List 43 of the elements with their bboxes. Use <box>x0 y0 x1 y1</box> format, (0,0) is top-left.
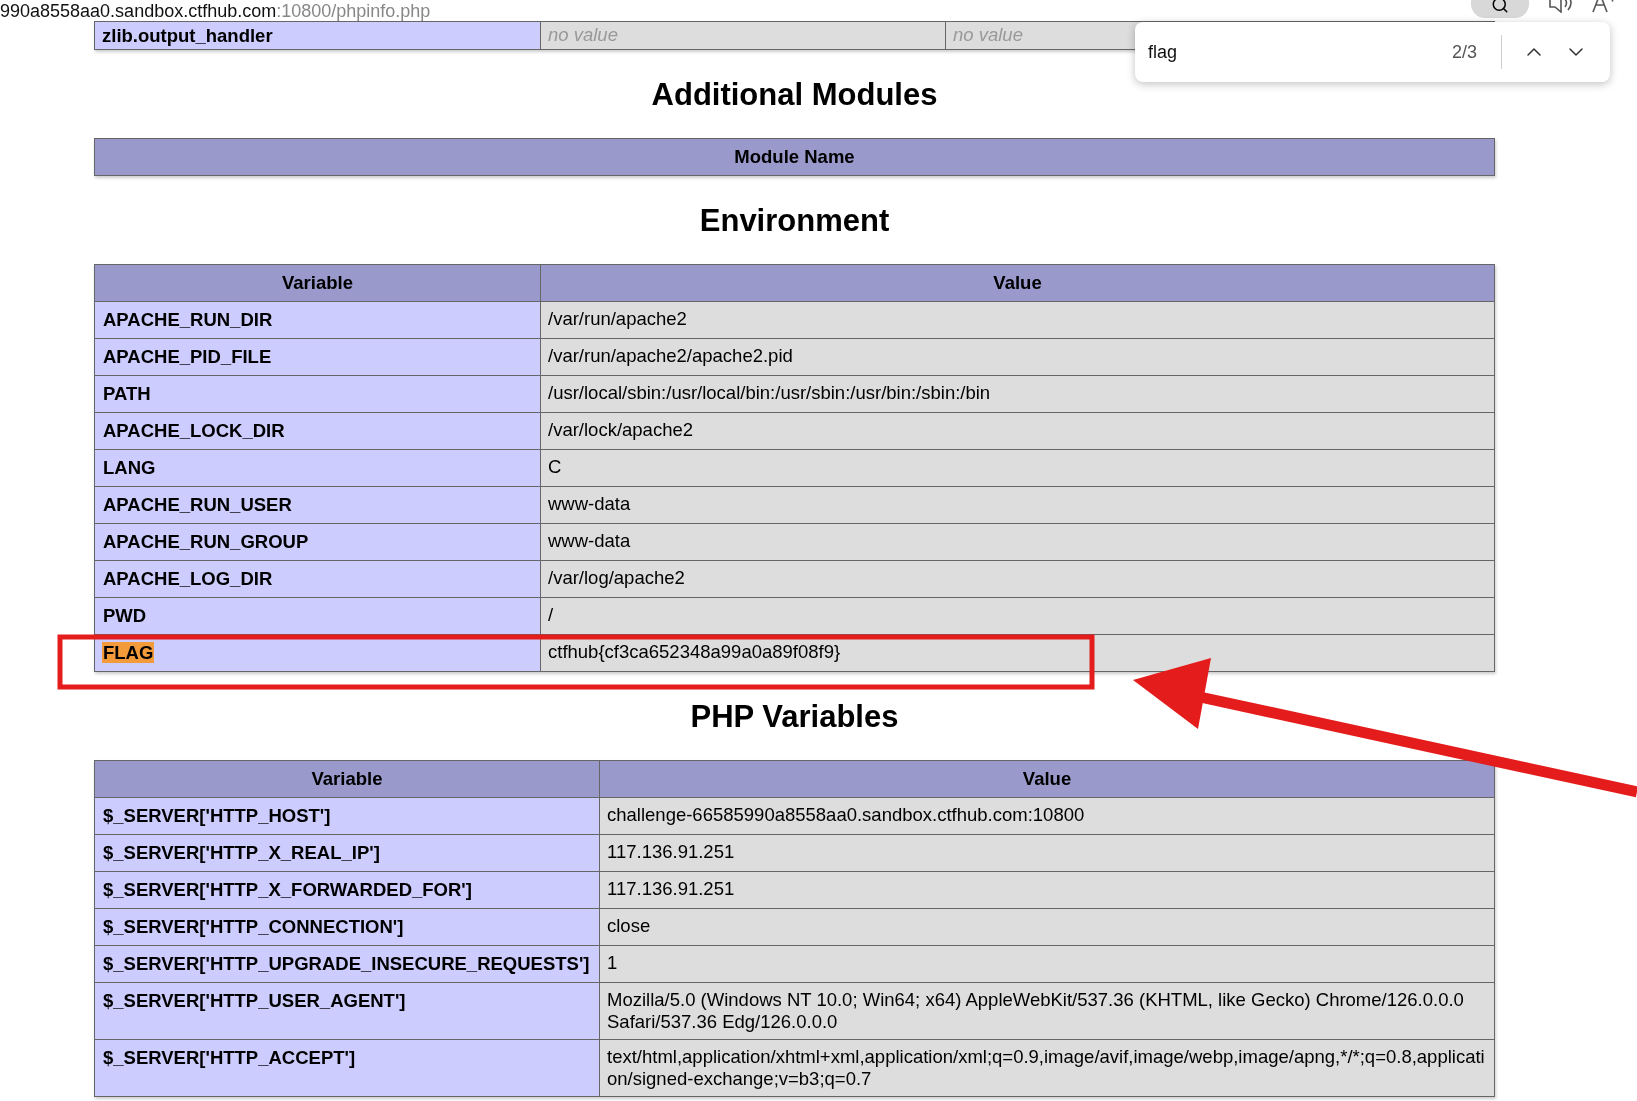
table-cell: APACHE_LOCK_DIR <box>94 412 541 450</box>
table-cell: /var/log/apache2 <box>540 560 1495 598</box>
table-cell: no value <box>540 21 946 50</box>
table-cell: www-data <box>540 523 1495 561</box>
table-cell: /var/run/apache2/apache2.pid <box>540 338 1495 376</box>
table-cell: text/html,application/xhtml+xml,application/xml;q=0.9,image/avif,image/webp,image/apng,*/*;q=0.8,application/signed-exchange;v=b3;q=0.7 <box>599 1039 1495 1097</box>
table-cell: /var/lock/apache2 <box>540 412 1495 450</box>
table-cell: $_SERVER['HTTP_CONNECTION'] <box>94 908 600 946</box>
table-cell: challenge-66585990a8558aa0.sandbox.ctfhub.com:10800 <box>599 797 1495 835</box>
table-cell: PATH <box>94 375 541 413</box>
table-cell: close <box>599 908 1495 946</box>
column-header: Module Name <box>94 138 1495 176</box>
table-cell: APACHE_LOG_DIR <box>94 560 541 598</box>
table-cell: LANG <box>94 449 541 487</box>
table-cell: /var/run/apache2 <box>540 301 1495 339</box>
table-cell: Mozilla/5.0 (Windows NT 10.0; Win64; x64) AppleWebKit/537.36 (KHTML, like Gecko) Chrome/126.0.0.0 Safari/537.36 Edg/126.0.0.0 <box>599 982 1495 1040</box>
table-cell: C <box>540 449 1495 487</box>
section-heading: Additional Modules <box>650 76 939 114</box>
section-heading: PHP Variables <box>689 698 900 736</box>
table-cell: 117.136.91.251 <box>599 871 1495 909</box>
column-header: Variable <box>94 760 600 798</box>
table-cell: 117.136.91.251 <box>599 834 1495 872</box>
search-icon <box>1491 0 1509 14</box>
table-cell: www-data <box>540 486 1495 524</box>
table-cell: $_SERVER['HTTP_X_FORWARDED_FOR'] <box>94 871 600 909</box>
table-cell: APACHE_PID_FILE <box>94 338 541 376</box>
table-cell: APACHE_RUN_GROUP <box>94 523 541 561</box>
section-heading: Environment <box>698 202 891 240</box>
column-header: Variable <box>94 264 541 302</box>
table-cell: PWD <box>94 597 541 635</box>
table-cell: /usr/local/sbin:/usr/local/bin:/usr/sbin:/usr/bin:/sbin:/bin <box>540 375 1495 413</box>
table-cell: zlib.output_handler <box>94 21 541 50</box>
table-cell: $_SERVER['HTTP_HOST'] <box>94 797 600 835</box>
table-cell: / <box>540 597 1495 635</box>
column-header: Value <box>540 264 1495 302</box>
table-cell: APACHE_RUN_USER <box>94 486 541 524</box>
table-cell: $_SERVER['HTTP_UPGRADE_INSECURE_REQUESTS'] <box>94 945 600 983</box>
table-cell: $_SERVER['HTTP_USER_AGENT'] <box>94 982 600 1040</box>
table-cell: $_SERVER['HTTP_X_REAL_IP'] <box>94 834 600 872</box>
column-header: Value <box>599 760 1495 798</box>
table-cell: APACHE_RUN_DIR <box>94 301 541 339</box>
table-cell: $_SERVER['HTTP_ACCEPT'] <box>94 1039 600 1097</box>
table-cell: 1 <box>599 945 1495 983</box>
